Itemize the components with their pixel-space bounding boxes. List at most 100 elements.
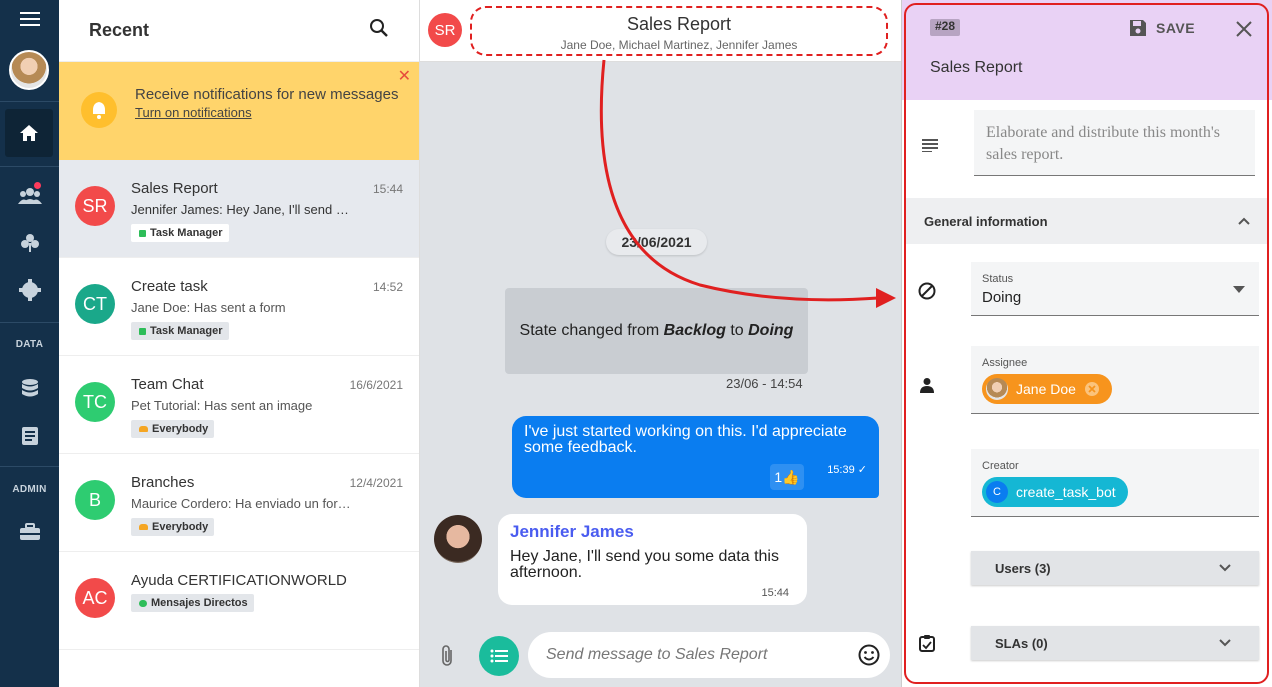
list-header: Recent bbox=[59, 0, 419, 62]
chat-time: 12/4/2021 bbox=[349, 476, 403, 490]
chat-header-avatar[interactable]: SR bbox=[428, 13, 462, 47]
assignee-chip[interactable]: Jane Doe bbox=[982, 374, 1112, 404]
assignee-label: Assignee bbox=[982, 357, 1028, 369]
chat-title-block[interactable]: Sales Report Jane Doe, Michael Martinez,… bbox=[470, 6, 888, 56]
status-value: Doing bbox=[982, 289, 1022, 306]
person-icon bbox=[919, 377, 935, 398]
chat-preview: Pet Tutorial: Has sent an image bbox=[131, 398, 313, 413]
database-icon[interactable] bbox=[0, 376, 59, 400]
task-manager-icon bbox=[139, 327, 146, 335]
chat-tag: Task Manager bbox=[131, 224, 229, 242]
emoji-icon[interactable] bbox=[858, 644, 880, 671]
chevron-down-icon bbox=[1219, 639, 1231, 647]
chat-time: 15:44 bbox=[372, 182, 403, 196]
chat-title: Sales Report bbox=[626, 14, 732, 34]
chat-time: 14:52 bbox=[372, 280, 403, 294]
reaction-badge[interactable]: 1 👍 bbox=[770, 464, 804, 490]
creator-name: create_task_bot bbox=[1016, 484, 1116, 500]
quick-actions-list-icon[interactable] bbox=[479, 636, 519, 676]
chat-avatar: B bbox=[75, 480, 115, 520]
dismiss-banner-close-icon[interactable]: ✕ bbox=[398, 66, 411, 86]
floppy-disk-icon bbox=[1130, 20, 1146, 36]
search-icon[interactable] bbox=[369, 18, 389, 43]
chat-list-item[interactable]: CT Create task 14:52 Jane Doe: Has sent … bbox=[59, 258, 419, 356]
system-message-time: 23/06 - 14:54 bbox=[726, 376, 803, 391]
date-separator: 23/06/2021 bbox=[606, 229, 707, 255]
contacts-icon[interactable] bbox=[0, 183, 59, 207]
message-input[interactable] bbox=[528, 632, 890, 678]
status-label: Status bbox=[982, 273, 1014, 285]
chat-name: Branches bbox=[131, 474, 195, 491]
chat-area: SR Sales Report Jane Doe, Michael Martin… bbox=[420, 0, 901, 687]
dropdown-caret-icon bbox=[1233, 286, 1245, 293]
creator-chip: C create_task_bot bbox=[982, 477, 1128, 507]
toolbox-icon[interactable] bbox=[0, 520, 59, 544]
panel-title: Sales Report bbox=[930, 59, 1023, 76]
chat-name: Ayuda CERTIFICATIONWORLD bbox=[131, 572, 347, 589]
rail-section-data: DATA bbox=[15, 339, 44, 350]
chat-avatar: TC bbox=[75, 382, 115, 422]
check-icon: ✓ bbox=[857, 464, 867, 476]
bell-icon bbox=[81, 92, 117, 128]
message-composer bbox=[420, 622, 901, 687]
sender-avatar[interactable] bbox=[434, 515, 482, 563]
clipboard-sla-icon bbox=[919, 634, 935, 657]
chat-name: Sales Report bbox=[131, 180, 218, 197]
task-number-badge: #28 bbox=[930, 19, 961, 36]
turn-on-notifications-link[interactable]: Turn on notifications bbox=[135, 105, 419, 120]
task-detail-panel: #28 SAVE Sales Report Elaborate and dist… bbox=[901, 0, 1272, 687]
remove-chip-icon[interactable] bbox=[1084, 381, 1100, 397]
description-field[interactable]: Elaborate and distribute this month's sa… bbox=[974, 110, 1255, 176]
club-icon[interactable] bbox=[0, 232, 59, 254]
status-select[interactable]: Status Doing bbox=[971, 262, 1259, 316]
outgoing-message-text: I've just started working on this. I'd a… bbox=[524, 423, 847, 456]
notification-text: Receive notifications for new messages bbox=[135, 86, 399, 103]
user-avatar[interactable] bbox=[9, 50, 49, 90]
chat-tag: Task Manager bbox=[131, 322, 229, 340]
chat-header: SR Sales Report Jane Doe, Michael Martin… bbox=[420, 0, 901, 62]
chat-bubble-icon bbox=[139, 599, 147, 607]
chat-preview: Jennifer James: Hey Jane, I'll send you … bbox=[131, 202, 353, 217]
chat-list-item[interactable]: B Branches 12/4/2021 Maurice Cordero: Ha… bbox=[59, 454, 419, 552]
chevron-down-icon bbox=[1219, 564, 1231, 572]
general-information-header[interactable]: General information bbox=[906, 198, 1269, 244]
chat-members: Jane Doe, Michael Martinez, Jennifer Jam… bbox=[560, 38, 798, 52]
sender-name: Jennifer James bbox=[510, 522, 634, 541]
chat-avatar: CT bbox=[75, 284, 115, 324]
chat-list-item[interactable]: TC Team Chat 16/6/2021 Pet Tutorial: Has… bbox=[59, 356, 419, 454]
state-from: Backlog bbox=[663, 322, 726, 339]
chat-name: Team Chat bbox=[131, 376, 204, 393]
document-icon[interactable] bbox=[0, 424, 59, 448]
chat-name: Create task bbox=[131, 278, 208, 295]
chat-list: Recent Receive notifications for new mes… bbox=[59, 0, 420, 687]
chat-time: 16/6/2021 bbox=[349, 378, 403, 392]
chat-tag: Mensajes Directos bbox=[131, 594, 254, 612]
hamburger-menu-icon[interactable] bbox=[0, 8, 59, 30]
close-panel-icon[interactable] bbox=[1235, 20, 1253, 43]
chat-list-item[interactable]: AC Ayuda CERTIFICATIONWORLD Mensajes Dir… bbox=[59, 552, 419, 650]
chat-preview: Maurice Cordero: Ha enviado un formulari… bbox=[131, 496, 353, 511]
chevron-up-icon bbox=[1238, 217, 1250, 225]
save-button[interactable]: SAVE bbox=[1128, 18, 1195, 38]
notification-dot bbox=[34, 182, 41, 189]
state-to: Doing bbox=[748, 322, 794, 339]
outgoing-message-time: 15:39 ✓ bbox=[827, 464, 867, 476]
thumbs-up-icon: 👍 bbox=[782, 469, 800, 485]
attach-paperclip-icon[interactable] bbox=[440, 644, 454, 673]
outgoing-message[interactable]: I've just started working on this. I'd a… bbox=[512, 416, 879, 498]
chat-avatar: AC bbox=[75, 578, 115, 618]
assignee-field[interactable]: Assignee Jane Doe bbox=[971, 346, 1259, 414]
home-icon[interactable] bbox=[5, 109, 53, 157]
notification-banner: Receive notifications for new messages T… bbox=[59, 62, 419, 160]
group-icon bbox=[139, 524, 148, 530]
chat-tag: Everybody bbox=[131, 420, 215, 438]
creator-avatar: C bbox=[986, 481, 1008, 503]
users-collapsible[interactable]: Users (3) bbox=[971, 551, 1259, 585]
chat-list-item[interactable]: SR Sales Report 15:44 Jennifer James: He… bbox=[59, 160, 419, 258]
system-message: State changed from Backlog to Doing bbox=[505, 288, 808, 374]
incoming-message[interactable]: Jennifer James Hey Jane, I'll send you s… bbox=[498, 514, 807, 605]
slas-collapsible[interactable]: SLAs (0) bbox=[971, 626, 1259, 660]
settings-gear-icon[interactable] bbox=[0, 278, 59, 302]
chat-preview: Jane Doe: Has sent a form bbox=[131, 300, 286, 315]
assignee-avatar bbox=[986, 378, 1008, 400]
